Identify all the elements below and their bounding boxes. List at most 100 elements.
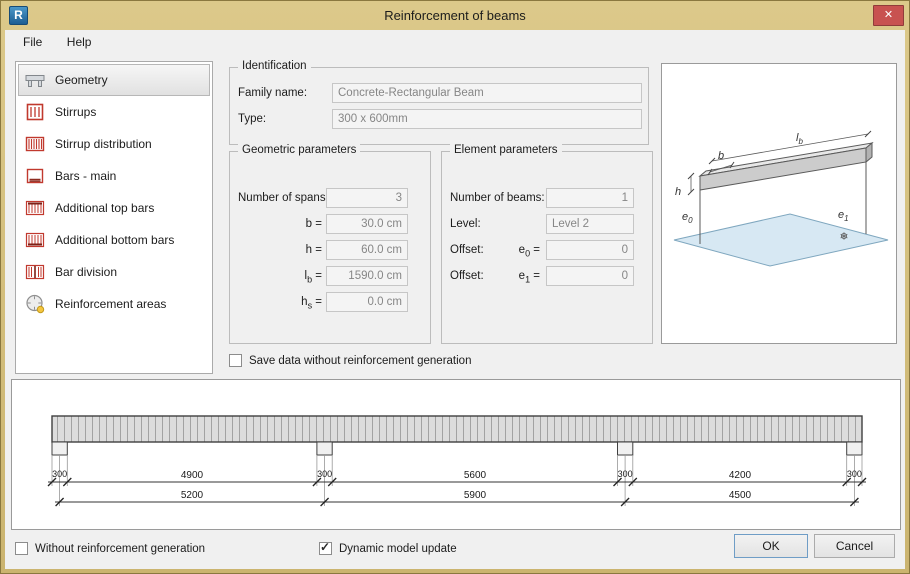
dim-support-1: 300 bbox=[52, 469, 67, 479]
dialog-content: File Help Geometry Stirrups Stirrup dist… bbox=[5, 30, 905, 569]
sidebar-item-label: Bar division bbox=[55, 265, 118, 279]
b-label: b = bbox=[305, 218, 322, 230]
h-label: h = bbox=[305, 244, 322, 256]
dynamic-model-update-checkbox-label: Dynamic model update bbox=[339, 542, 457, 555]
level-label: Level: bbox=[450, 218, 481, 230]
sidebar-item-geometry[interactable]: Geometry bbox=[18, 64, 210, 96]
beam-3d-preview: b lb h e0 e1 bbox=[673, 130, 889, 267]
sidebar-item-stirrup-distribution[interactable]: Stirrup distribution bbox=[18, 128, 210, 160]
type-label: Type: bbox=[238, 113, 267, 125]
offset-e0-field bbox=[546, 240, 634, 260]
number-of-beams-label: Number of beams: bbox=[450, 192, 545, 204]
dim-clear-span-1: 4900 bbox=[181, 470, 204, 481]
number-of-beams-field bbox=[546, 188, 634, 208]
sidebar-item-bar-division[interactable]: Bar division bbox=[18, 256, 210, 288]
sidebar-item-label: Stirrup distribution bbox=[55, 137, 152, 151]
support-4 bbox=[846, 441, 863, 456]
bar-division-icon bbox=[25, 264, 45, 280]
support-2 bbox=[316, 441, 333, 456]
menu-bar: File Help bbox=[5, 30, 905, 56]
cancel-button[interactable]: Cancel bbox=[814, 534, 895, 558]
save-data-checkbox[interactable]: Save data without reinforcement generati… bbox=[229, 354, 471, 367]
dim-support-4: 300 bbox=[847, 469, 862, 479]
sidebar-item-additional-top-bars[interactable]: Additional top bars bbox=[18, 192, 210, 224]
stirrup-distribution-icon bbox=[25, 136, 45, 152]
e0-dim-label: e0 bbox=[682, 211, 693, 225]
sidebar-item-label: Geometry bbox=[55, 73, 108, 87]
beam-body bbox=[51, 415, 863, 443]
b-field bbox=[326, 214, 408, 234]
support-3 bbox=[617, 441, 634, 456]
sidebar-item-stirrups[interactable]: Stirrups bbox=[18, 96, 210, 128]
sidebar-item-label: Bars - main bbox=[55, 169, 117, 183]
checkmark-icon: ✓ bbox=[320, 540, 331, 554]
offset-e0-label: Offset: bbox=[450, 244, 484, 256]
geometry-icon bbox=[25, 75, 45, 87]
level-plane bbox=[673, 213, 889, 267]
dialog-window: R Reinforcement of beams ✕ File Help Geo… bbox=[0, 0, 910, 574]
close-icon: ✕ bbox=[883, 9, 894, 21]
identification-group-title: Identification bbox=[238, 60, 311, 72]
close-button[interactable]: ✕ bbox=[873, 5, 904, 26]
without-reinforcement-checkbox[interactable]: Without reinforcement generation bbox=[15, 542, 205, 555]
ok-button[interactable]: OK bbox=[734, 534, 808, 558]
dim-axis-span-2: 5900 bbox=[464, 490, 487, 501]
h-dim-label: h bbox=[675, 186, 681, 198]
elevation-panel: 300 4900 300 5600 300 4200 300 5200 5900… bbox=[11, 379, 901, 530]
dim-axis-span-1: 5200 bbox=[181, 490, 204, 501]
sidebar-item-label: Additional top bars bbox=[55, 201, 155, 215]
without-reinforcement-checkbox-label: Without reinforcement generation bbox=[35, 542, 206, 555]
family-name-field bbox=[332, 83, 642, 103]
sidebar-item-bars-main[interactable]: Bars - main bbox=[18, 160, 210, 192]
stirrups-icon bbox=[26, 103, 44, 121]
sidebar-item-additional-bottom-bars[interactable]: Additional bottom bars bbox=[18, 224, 210, 256]
checkbox-box bbox=[229, 354, 242, 367]
save-data-checkbox-label: Save data without reinforcement generati… bbox=[249, 354, 472, 367]
dynamic-model-update-checkbox[interactable]: ✓ Dynamic model update bbox=[319, 540, 457, 555]
preview-panel: b lb h e0 e1 bbox=[661, 63, 897, 344]
sidebar-item-label: Reinforcement areas bbox=[55, 297, 167, 311]
number-of-spans-label: Number of spans: bbox=[238, 192, 329, 204]
e0-symbol-label: e0 = bbox=[518, 244, 540, 259]
lb-field bbox=[326, 266, 408, 286]
menu-item-help[interactable]: Help bbox=[57, 30, 102, 54]
level-field bbox=[546, 214, 634, 234]
additional-top-bars-icon bbox=[25, 200, 45, 216]
type-field bbox=[332, 109, 642, 129]
element-parameters-title: Element parameters bbox=[450, 144, 562, 156]
dim-support-2: 300 bbox=[317, 469, 332, 479]
family-name-label: Family name: bbox=[238, 87, 308, 99]
beam-elevation-drawing: 300 4900 300 5600 300 4200 300 5200 5900… bbox=[47, 415, 867, 507]
offset-e1-label: Offset: bbox=[450, 270, 484, 282]
hs-label: hs = bbox=[301, 296, 322, 311]
title-bar: R Reinforcement of beams ✕ bbox=[1, 1, 909, 29]
additional-bottom-bars-icon bbox=[25, 232, 45, 248]
identification-group: Identification Family name: Type: bbox=[229, 60, 649, 145]
h-field bbox=[326, 240, 408, 260]
dim-clear-span-3: 4200 bbox=[729, 470, 752, 481]
sidebar-item-label: Additional bottom bars bbox=[55, 233, 175, 247]
window-title: Reinforcement of beams bbox=[384, 8, 526, 23]
dim-clear-span-2: 5600 bbox=[464, 470, 487, 481]
offset-e1-field bbox=[546, 266, 634, 286]
checkbox-box: ✓ bbox=[319, 540, 332, 555]
sidebar-item-label: Stirrups bbox=[55, 105, 97, 119]
reinforcement-areas-icon bbox=[26, 294, 45, 314]
menu-item-file[interactable]: File bbox=[13, 30, 52, 54]
b-dim-label: b bbox=[718, 150, 724, 162]
sidebar-item-reinforcement-areas[interactable]: Reinforcement areas bbox=[18, 288, 210, 320]
geometric-parameters-group: Geometric parameters Number of spans: b … bbox=[229, 144, 431, 344]
dim-axis-span-3: 4500 bbox=[729, 490, 752, 501]
bars-main-icon bbox=[26, 168, 44, 184]
e1-dim-label: e1 bbox=[838, 209, 849, 223]
sidebar: Geometry Stirrups Stirrup distribution B… bbox=[15, 61, 213, 374]
number-of-spans-field bbox=[326, 188, 408, 208]
lb-dim-label: lb bbox=[796, 132, 803, 146]
geometric-parameters-title: Geometric parameters bbox=[238, 144, 361, 156]
e1-symbol-label: e1 = bbox=[518, 270, 540, 285]
hs-field bbox=[326, 292, 408, 312]
element-parameters-group: Element parameters Number of beams: Leve… bbox=[441, 144, 653, 344]
lb-label: lb = bbox=[304, 270, 323, 285]
checkbox-box bbox=[15, 542, 28, 555]
support-1 bbox=[51, 441, 68, 456]
